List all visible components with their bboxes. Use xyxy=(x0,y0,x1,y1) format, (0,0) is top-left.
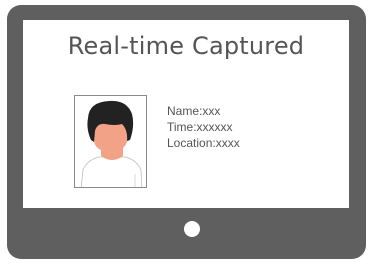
capture-info: Name:xxx Time:xxxxxx Location:xxxx xyxy=(167,103,240,151)
home-button[interactable] xyxy=(184,221,200,237)
info-time: Time:xxxxxx xyxy=(167,120,233,134)
tablet-device-frame: Real-time Captured Name:xxx Time:xxxxxx … xyxy=(7,5,366,259)
person-portrait-icon xyxy=(80,100,143,187)
tablet-screen: Real-time Captured Name:xxx Time:xxxxxx … xyxy=(23,20,349,208)
captured-photo xyxy=(74,95,147,188)
info-name: Name:xxx xyxy=(167,104,221,118)
info-location: Location:xxxx xyxy=(167,136,240,150)
screen-title: Real-time Captured xyxy=(67,32,305,60)
